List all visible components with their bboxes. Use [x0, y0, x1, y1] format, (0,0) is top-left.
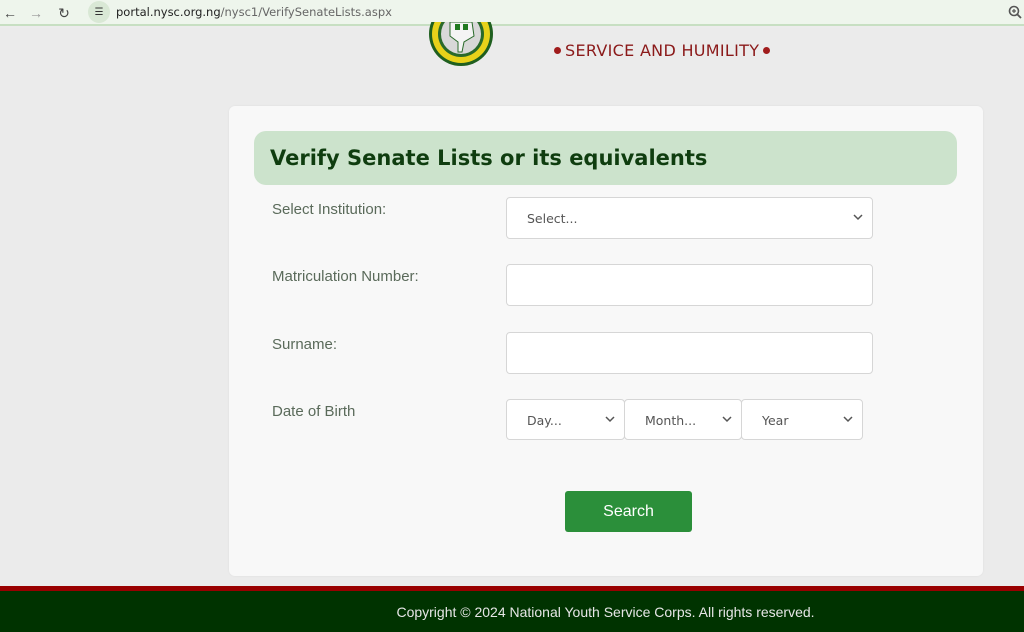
surname-label: Surname: — [272, 336, 338, 353]
footer: Copyright © 2024 National Youth Service … — [0, 591, 1024, 632]
chevron-down-icon — [721, 413, 733, 425]
site-info-button[interactable]: ☰ — [88, 1, 110, 23]
page-title: Verify Senate Lists or its equivalents — [270, 146, 708, 170]
dob-year-select[interactable]: Year — [741, 399, 863, 440]
copyright-text: Copyright © 2024 National Youth Service … — [396, 603, 815, 620]
reload-button[interactable]: ↻ — [54, 3, 74, 23]
form-header: Verify Senate Lists or its equivalents — [254, 131, 957, 185]
zoom-in-icon[interactable] — [1008, 5, 1022, 19]
motto: SERVICE AND HUMILITY — [550, 41, 774, 60]
bullet-dot — [554, 47, 561, 54]
address-bar[interactable]: ☰ portal.nysc.org.ng/nysc1/VerifySenateL… — [86, 1, 866, 23]
year-selected-value: Year — [762, 413, 789, 428]
surname-input[interactable] — [506, 332, 873, 374]
forward-button[interactable]: → — [26, 3, 46, 23]
url-path: /nysc1/VerifySenateLists.aspx — [220, 5, 392, 19]
bullet-dot — [763, 47, 771, 54]
chevron-down-icon — [852, 211, 864, 223]
url-text: portal.nysc.org.ng/nysc1/VerifySenateLis… — [116, 5, 392, 19]
arrow-left-icon: ← — [3, 5, 17, 21]
institution-select[interactable]: Select... — [506, 197, 873, 239]
day-selected-value: Day... — [527, 413, 562, 428]
page-body: SERVICE AND HUMILITY Verify Senate Lists… — [0, 2, 1024, 586]
browser-toolbar: ← → ↻ ☰ portal.nysc.org.ng/nysc1/VerifyS… — [0, 0, 1024, 26]
tune-icon: ☰ — [94, 6, 104, 18]
reload-icon: ↻ — [58, 4, 70, 21]
institution-label: Select Institution: — [272, 201, 387, 218]
chevron-down-icon — [604, 413, 616, 425]
arrow-right-icon: → — [29, 5, 43, 21]
search-button[interactable]: Search — [565, 491, 692, 532]
institution-selected-value: Select... — [527, 211, 578, 226]
dob-day-select[interactable]: Day... — [506, 399, 625, 440]
verify-form-card: Verify Senate Lists or its equivalents S… — [229, 106, 983, 576]
dob-month-select[interactable]: Month... — [624, 399, 742, 440]
nysc-logo — [428, 2, 494, 74]
chevron-down-icon — [842, 413, 854, 425]
back-button[interactable]: ← — [0, 3, 20, 23]
url-host: portal.nysc.org.ng — [116, 5, 221, 19]
motto-text: SERVICE AND HUMILITY — [565, 41, 760, 60]
month-selected-value: Month... — [645, 413, 697, 428]
matric-number-input[interactable] — [506, 264, 873, 306]
dob-label: Date of Birth — [272, 403, 356, 420]
matric-label: Matriculation Number: — [272, 268, 419, 285]
